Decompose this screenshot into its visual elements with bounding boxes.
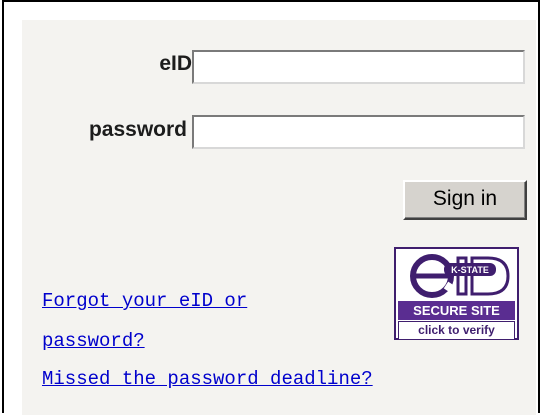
svg-text:K-STATE: K-STATE — [451, 265, 489, 275]
eid-label: eID — [159, 52, 192, 75]
secure-site-seal[interactable]: K-STATE SECURE SITE click to verify — [394, 247, 519, 340]
password-field[interactable] — [192, 115, 525, 149]
eid-logo-icon: K-STATE — [410, 254, 510, 298]
forgot-eid-link-line2[interactable]: password? — [42, 330, 145, 352]
forgot-eid-link-line1[interactable]: Forgot your eID or — [42, 290, 247, 312]
login-panel: eID password Sign in Forgot your eID or … — [2, 0, 540, 415]
click-to-verify-label: click to verify — [398, 321, 515, 340]
password-label: password — [88, 118, 187, 141]
secure-site-label: SECURE SITE — [398, 301, 515, 320]
eid-field[interactable] — [192, 50, 525, 84]
login-form: eID password Sign in Forgot your eID or … — [22, 20, 536, 415]
missed-deadline-link[interactable]: Missed the password deadline? — [42, 368, 373, 390]
sign-in-button[interactable]: Sign in — [403, 180, 527, 220]
